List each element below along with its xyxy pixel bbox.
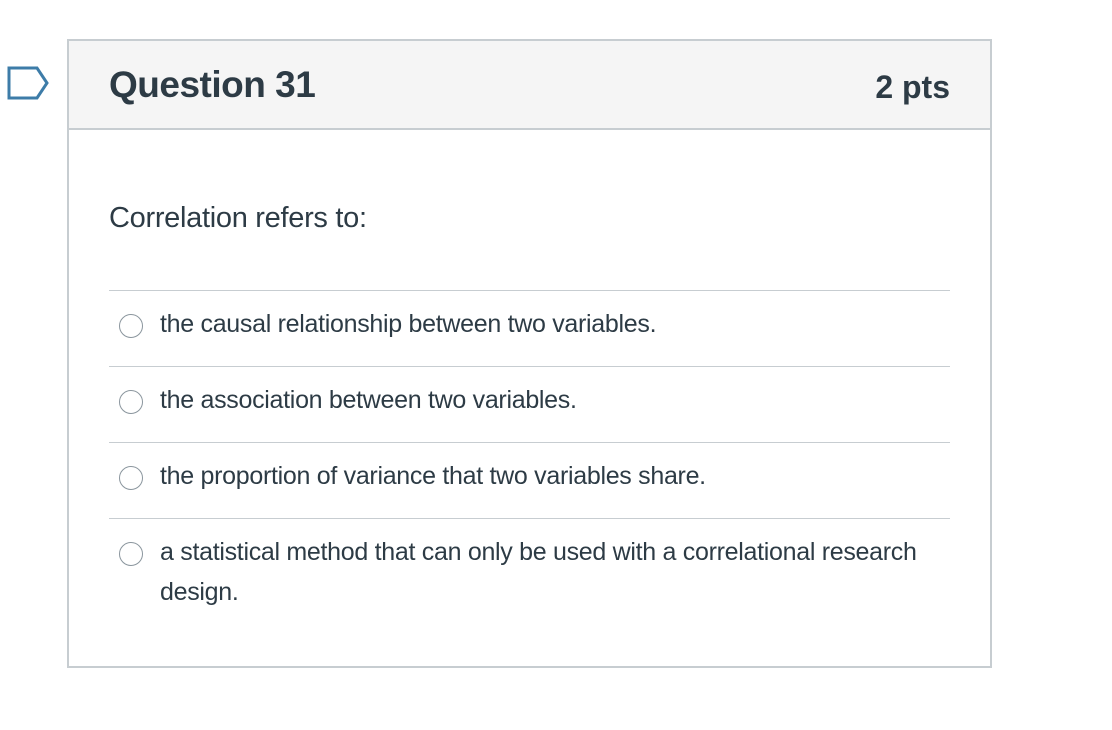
answer-label[interactable]: the causal relationship between two vari… xyxy=(160,304,657,344)
answer-option[interactable]: a statistical method that can only be us… xyxy=(109,519,950,624)
question-title: Question 31 xyxy=(109,64,316,105)
answer-label[interactable]: the association between two variables. xyxy=(160,380,577,420)
bookmark-flag-icon[interactable] xyxy=(6,66,50,100)
answer-label[interactable]: a statistical method that can only be us… xyxy=(160,532,920,612)
radio-button[interactable] xyxy=(119,314,143,338)
question-header: Question 31 2 pts xyxy=(69,41,990,130)
answer-option[interactable]: the causal relationship between two vari… xyxy=(109,291,950,367)
radio-button[interactable] xyxy=(119,390,143,414)
question-points: 2 pts xyxy=(875,69,950,105)
answer-option[interactable]: the association between two variables. xyxy=(109,367,950,443)
question-text: Correlation refers to: xyxy=(109,202,367,234)
answer-label[interactable]: the proportion of variance that two vari… xyxy=(160,456,706,496)
answer-option[interactable]: the proportion of variance that two vari… xyxy=(109,443,950,519)
radio-button[interactable] xyxy=(119,466,143,490)
radio-button[interactable] xyxy=(119,542,143,566)
answer-list: the causal relationship between two vari… xyxy=(109,290,950,624)
question-body: Correlation refers to: the causal relati… xyxy=(69,200,990,624)
question-card: Question 31 2 pts Correlation refers to:… xyxy=(67,39,992,668)
